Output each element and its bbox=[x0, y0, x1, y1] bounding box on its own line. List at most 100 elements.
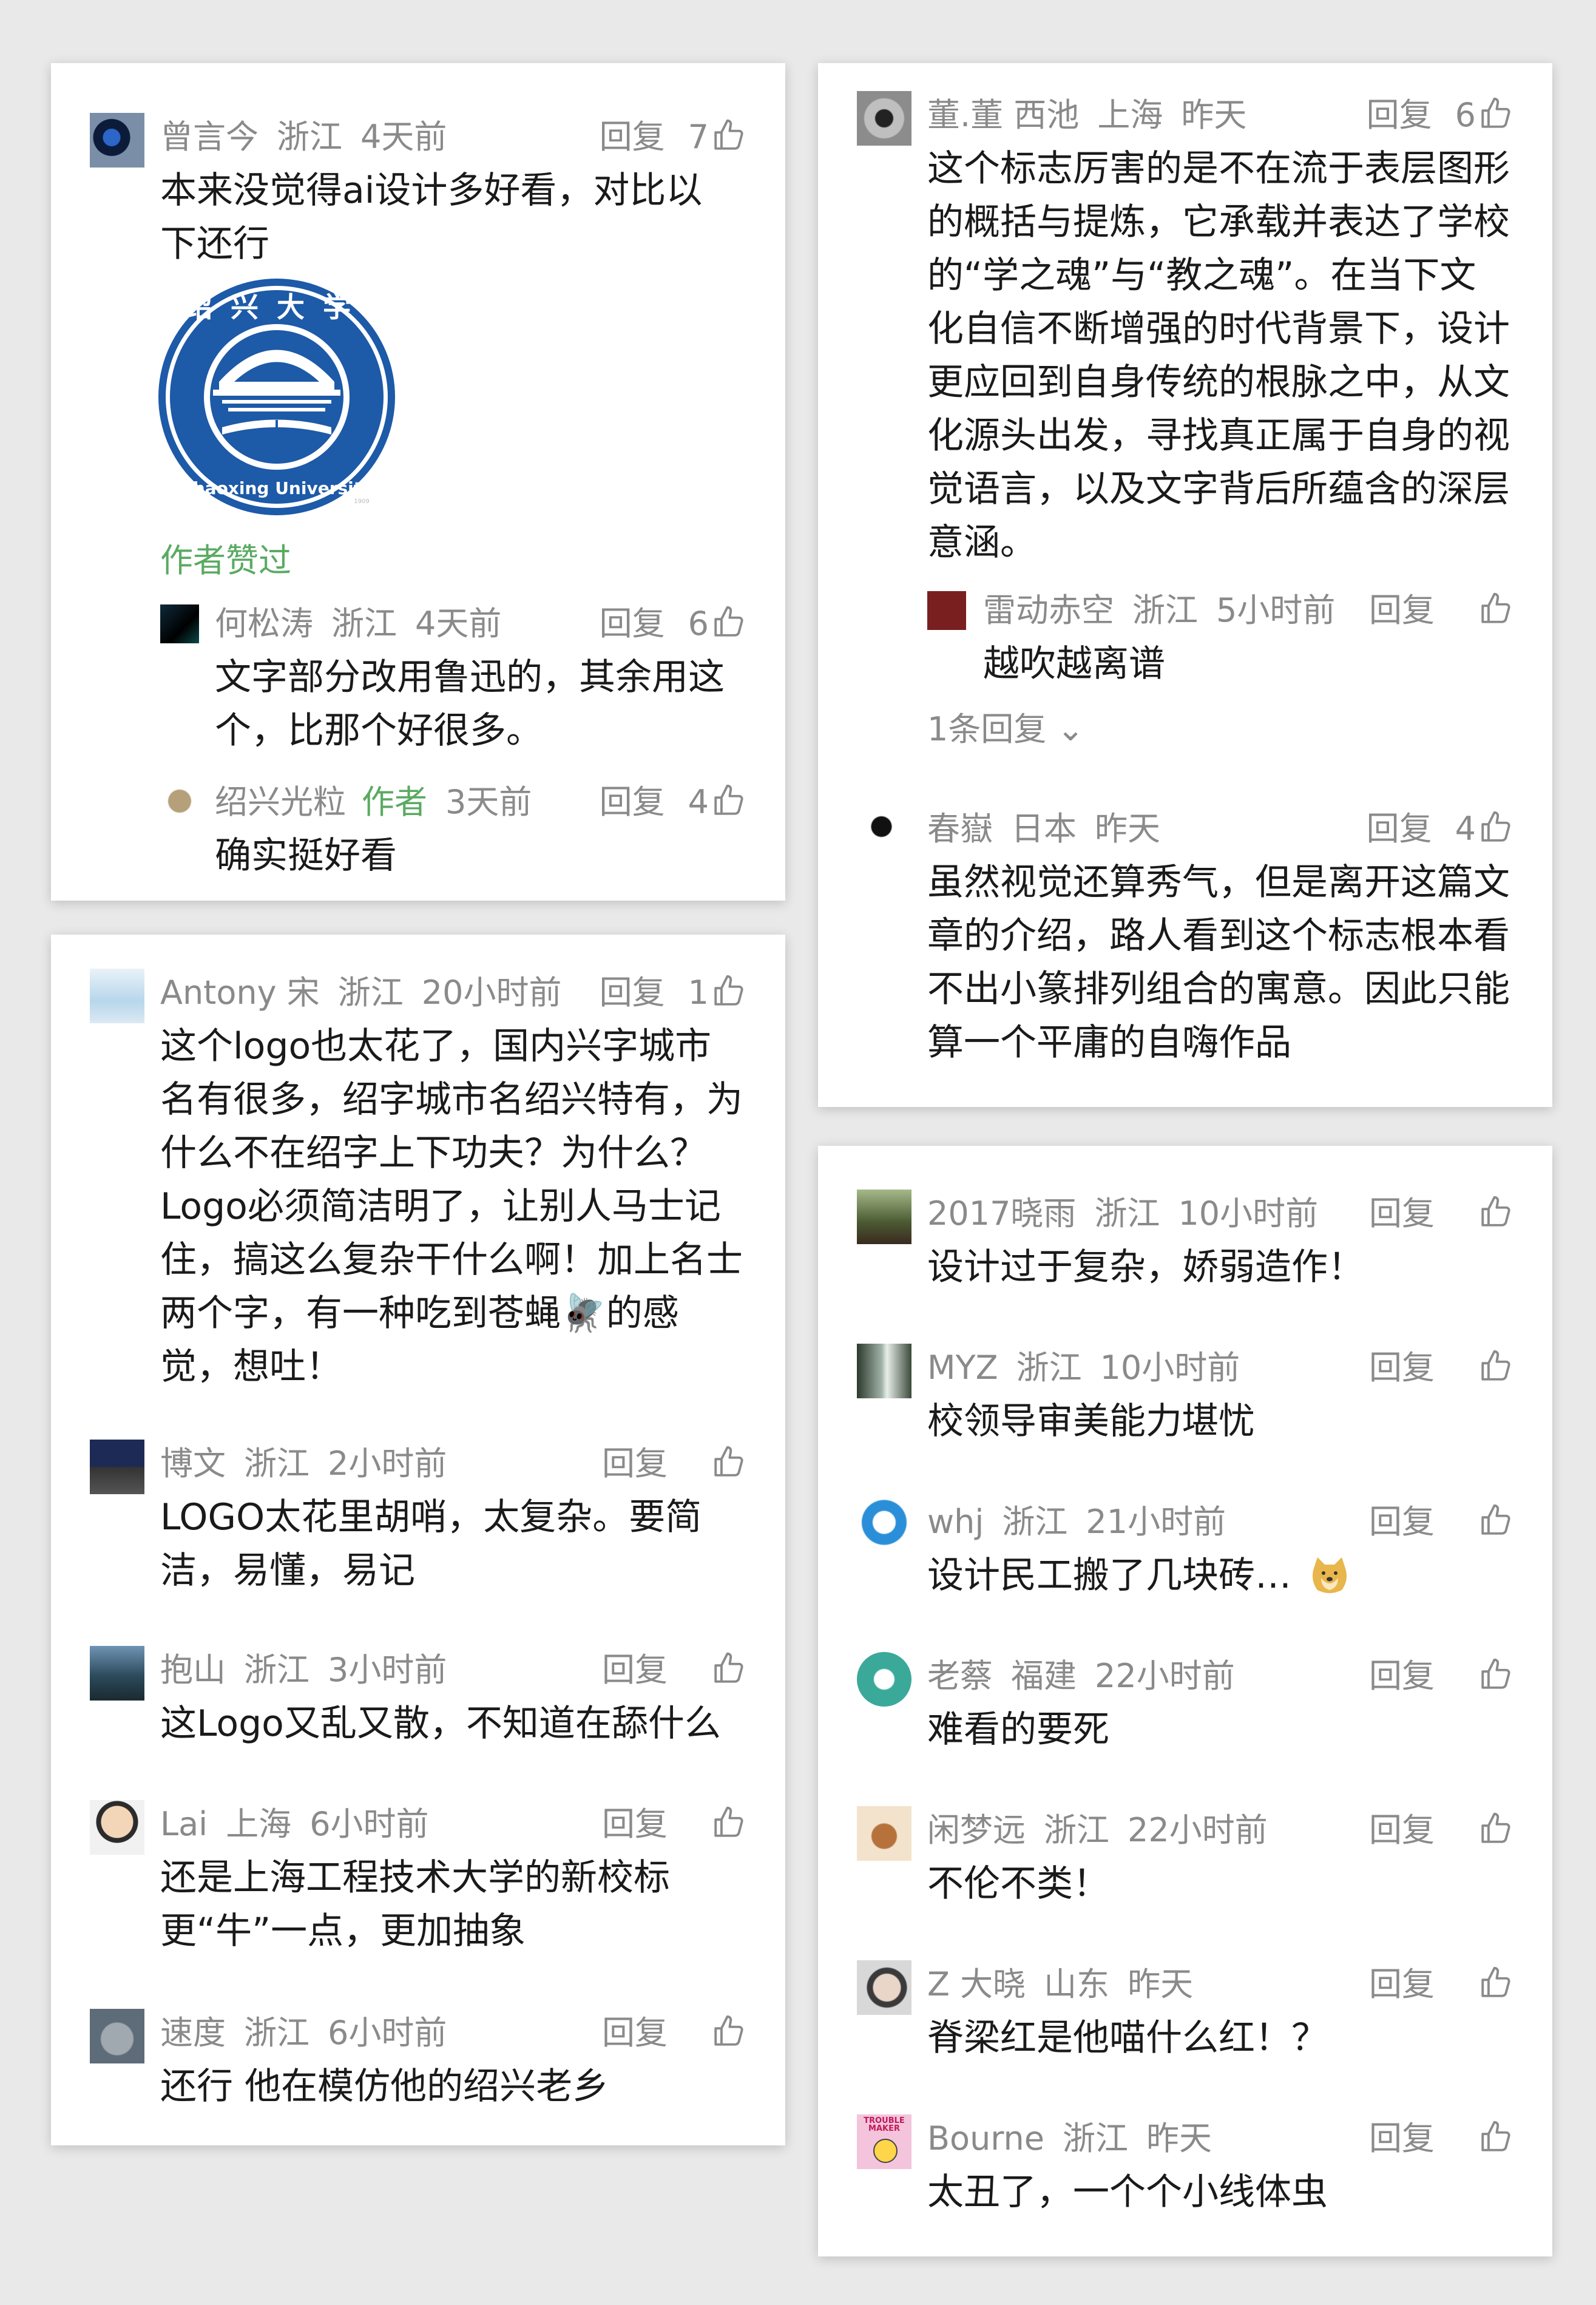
doge-emoji-icon bbox=[1313, 1557, 1347, 1593]
timestamp: 昨天 bbox=[1181, 96, 1247, 134]
avatar[interactable] bbox=[90, 969, 144, 1023]
username[interactable]: MYZ bbox=[927, 1349, 998, 1387]
comment-actions: 回复 bbox=[1369, 1190, 1513, 1238]
comment-text: LOGO太花里胡哨，太复杂。要简洁，易懂，易记 bbox=[160, 1496, 702, 1592]
reply-meta: 雷动赤空 浙江 5小时前 bbox=[983, 586, 1335, 635]
username[interactable]: 春嶽 bbox=[927, 810, 993, 848]
thumbs-up-icon[interactable] bbox=[1478, 1811, 1513, 1846]
avatar[interactable] bbox=[857, 805, 911, 859]
comment-actions: 回复 bbox=[602, 2009, 746, 2057]
comment-actions: 回复 bbox=[602, 1440, 746, 1488]
comment-text: 设计过于复杂，娇弱造作！ bbox=[927, 1246, 1364, 1288]
thumbs-up-icon[interactable] bbox=[1478, 1965, 1513, 2000]
reply-button[interactable]: 回复 bbox=[1367, 91, 1432, 140]
avatar[interactable] bbox=[927, 591, 966, 630]
username[interactable]: 速度 bbox=[160, 2014, 226, 2052]
thumbs-up-icon[interactable] bbox=[711, 118, 746, 153]
thumbs-up-icon[interactable] bbox=[1478, 1657, 1513, 1692]
reply-button[interactable]: 回复 bbox=[1369, 1344, 1435, 1392]
avatar[interactable] bbox=[857, 1190, 911, 1244]
thumbs-up-icon[interactable] bbox=[711, 1805, 746, 1840]
reply-button[interactable]: 回复 bbox=[602, 2009, 668, 2057]
avatar[interactable] bbox=[90, 1800, 144, 1855]
avatar[interactable] bbox=[90, 1440, 144, 1494]
username[interactable]: 雷动赤空 bbox=[983, 591, 1114, 629]
username[interactable]: 2017晓雨 bbox=[927, 1194, 1076, 1233]
like-count: 7 bbox=[688, 118, 709, 156]
reply-button[interactable]: 回复 bbox=[600, 600, 665, 648]
avatar[interactable] bbox=[857, 1960, 911, 2015]
username[interactable]: 曾言今 bbox=[160, 118, 259, 156]
like-count: 1 bbox=[688, 973, 709, 1012]
reply-button[interactable]: 回复 bbox=[602, 1440, 668, 1488]
thumbs-up-icon[interactable] bbox=[1478, 1349, 1513, 1384]
timestamp: 昨天 bbox=[1095, 810, 1160, 848]
thumbs-up-icon[interactable] bbox=[711, 2014, 746, 2049]
thumbs-up-icon[interactable] bbox=[711, 1651, 746, 1686]
comment-meta: 2017晓雨 浙江 10小时前 bbox=[927, 1190, 1318, 1238]
avatar[interactable] bbox=[90, 2009, 144, 2063]
reply-button[interactable]: 回复 bbox=[600, 778, 665, 827]
username[interactable]: 何松涛 bbox=[215, 604, 313, 643]
thumbs-up-icon[interactable] bbox=[1478, 591, 1513, 626]
reply-button[interactable]: 回复 bbox=[1369, 1190, 1435, 1238]
username[interactable]: 老蔡 bbox=[927, 1657, 993, 1695]
avatar[interactable] bbox=[160, 782, 199, 821]
view-more-replies-button[interactable]: 1条回复 ⌄ bbox=[927, 705, 1084, 754]
username[interactable]: 闲梦远 bbox=[927, 1811, 1026, 1849]
timestamp: 6小时前 bbox=[328, 2014, 447, 2052]
reply-button[interactable]: 回复 bbox=[1367, 805, 1432, 853]
reply-actions: 回复 bbox=[1369, 586, 1513, 635]
avatar[interactable]: TROUBLE MAKER bbox=[857, 2114, 911, 2169]
avatar[interactable] bbox=[160, 604, 199, 643]
thumbs-up-icon[interactable] bbox=[711, 973, 746, 1009]
reply-button[interactable]: 回复 bbox=[1369, 2114, 1435, 2163]
username[interactable]: Lai bbox=[160, 1805, 208, 1843]
thumbs-up-icon[interactable] bbox=[1478, 1503, 1513, 1538]
username[interactable]: Z 大晓 bbox=[927, 1965, 1026, 2003]
reply-button[interactable]: 回复 bbox=[1369, 1652, 1435, 1701]
like-count: 4 bbox=[1455, 810, 1476, 848]
avatar[interactable] bbox=[90, 1646, 144, 1701]
comment-text: 这个logo也太花了，国内兴字城市名有很多，绍字城市名绍兴特有，为什么不在绍字上… bbox=[160, 1025, 743, 1388]
comment-meta: 董.董 西池 上海 昨天 bbox=[927, 91, 1246, 140]
avatar[interactable] bbox=[90, 113, 144, 168]
reply-button[interactable]: 回复 bbox=[1369, 1960, 1435, 2009]
thumbs-up-icon[interactable] bbox=[711, 1444, 746, 1480]
avatar[interactable] bbox=[857, 1652, 911, 1707]
comment-text: 太丑了，一个个小线体虫 bbox=[927, 2171, 1328, 2213]
reply-button[interactable]: 回复 bbox=[600, 969, 665, 1017]
avatar[interactable] bbox=[857, 1344, 911, 1398]
avatar[interactable] bbox=[857, 1498, 911, 1552]
username[interactable]: 董.董 西池 bbox=[927, 96, 1079, 134]
username[interactable]: 绍兴光粒 bbox=[215, 783, 346, 821]
thumbs-up-icon[interactable] bbox=[711, 783, 746, 818]
reply-button[interactable]: 回复 bbox=[602, 1646, 668, 1694]
reply-button[interactable]: 回复 bbox=[602, 1800, 668, 1849]
username[interactable]: 博文 bbox=[160, 1444, 226, 1483]
username[interactable]: 抱山 bbox=[160, 1651, 226, 1689]
location: 浙江 bbox=[244, 1444, 309, 1483]
reply-button[interactable]: 回复 bbox=[600, 113, 665, 161]
comment-actions: 回复 bbox=[1369, 1806, 1513, 1855]
username[interactable]: whj bbox=[927, 1503, 984, 1541]
avatar[interactable] bbox=[857, 1806, 911, 1861]
comment-actions: 回复 bbox=[1369, 1960, 1513, 2009]
reply-button[interactable]: 回复 bbox=[1369, 586, 1435, 635]
reply-button[interactable]: 回复 bbox=[1369, 1806, 1435, 1855]
thumbs-up-icon[interactable] bbox=[1478, 2119, 1513, 2154]
thumbs-up-icon[interactable] bbox=[1478, 96, 1513, 131]
comment-meta: 老蔡 福建 22小时前 bbox=[927, 1652, 1235, 1701]
comment-text: 虽然视觉还算秀气，但是离开这篇文章的介绍，路人看到这个标志根本看不出小篆排列组合… bbox=[927, 861, 1510, 1064]
comment-text: 难看的要死 bbox=[927, 1708, 1109, 1751]
reply-button[interactable]: 回复 bbox=[1369, 1498, 1435, 1546]
comment-meta: 博文 浙江 2小时前 bbox=[160, 1440, 447, 1488]
username[interactable]: Antony 宋 bbox=[160, 973, 320, 1012]
thumbs-up-icon[interactable] bbox=[1478, 1194, 1513, 1230]
username[interactable]: Bourne bbox=[927, 2119, 1044, 2158]
thumbs-up-icon[interactable] bbox=[1478, 810, 1513, 845]
location: 浙江 bbox=[1044, 1811, 1109, 1849]
thumbs-up-icon[interactable] bbox=[711, 604, 746, 640]
smiley-face-icon bbox=[873, 2139, 898, 2163]
avatar[interactable] bbox=[857, 91, 911, 146]
